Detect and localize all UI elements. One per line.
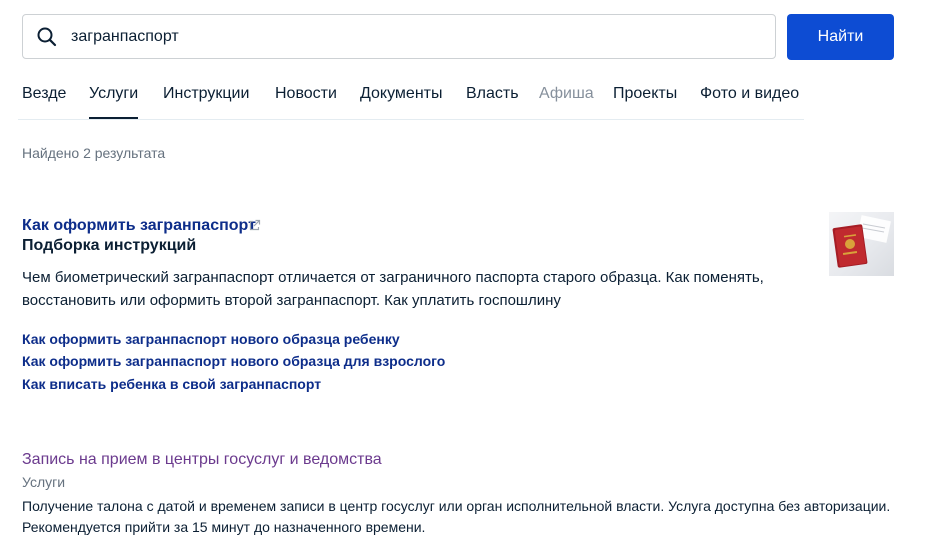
result-subtitle: Подборка инструкций [22,237,197,254]
tab-projects[interactable]: Проекты [613,84,677,120]
tab-services[interactable]: Услуги [89,84,139,120]
result-title-link[interactable]: Как оформить загранпаспорт [22,217,256,235]
passport-image[interactable] [829,212,894,276]
tab-events[interactable]: Афиша [539,84,594,120]
search-input[interactable] [71,15,761,58]
search-icon [37,27,57,47]
instruction-link-child[interactable]: Как оформить загранпаспорт нового образц… [22,331,400,347]
tab-everywhere[interactable]: Везде [22,84,66,120]
results-count: Найдено 2 результата [22,145,166,161]
passport-icon [832,215,891,268]
tab-photo-video[interactable]: Фото и видео [700,84,799,120]
instruction-link-add-child[interactable]: Как вписать ребенка в свой загранпаспорт [22,376,321,392]
tab-documents[interactable]: Документы [360,84,442,120]
tabs-divider [18,119,804,120]
search-tabs: Везде Услуги Инструкции Новости Документ… [22,84,804,120]
tab-news[interactable]: Новости [275,84,337,120]
instruction-link-adult[interactable]: Как оформить загранпаспорт нового образц… [22,353,445,369]
result-category: Услуги [22,474,66,490]
external-link-icon [249,219,261,231]
search-button[interactable]: Найти [787,14,894,60]
result-title-link[interactable]: Запись на прием в центры госуслуг и ведо… [22,451,382,469]
result-description: Чем биометрический загранпаспорт отличае… [22,269,764,309]
result-description: Получение талона с датой и временем запи… [22,498,891,535]
search-box[interactable] [22,14,776,59]
tab-government[interactable]: Власть [466,84,519,120]
tab-instructions[interactable]: Инструкции [163,84,249,120]
